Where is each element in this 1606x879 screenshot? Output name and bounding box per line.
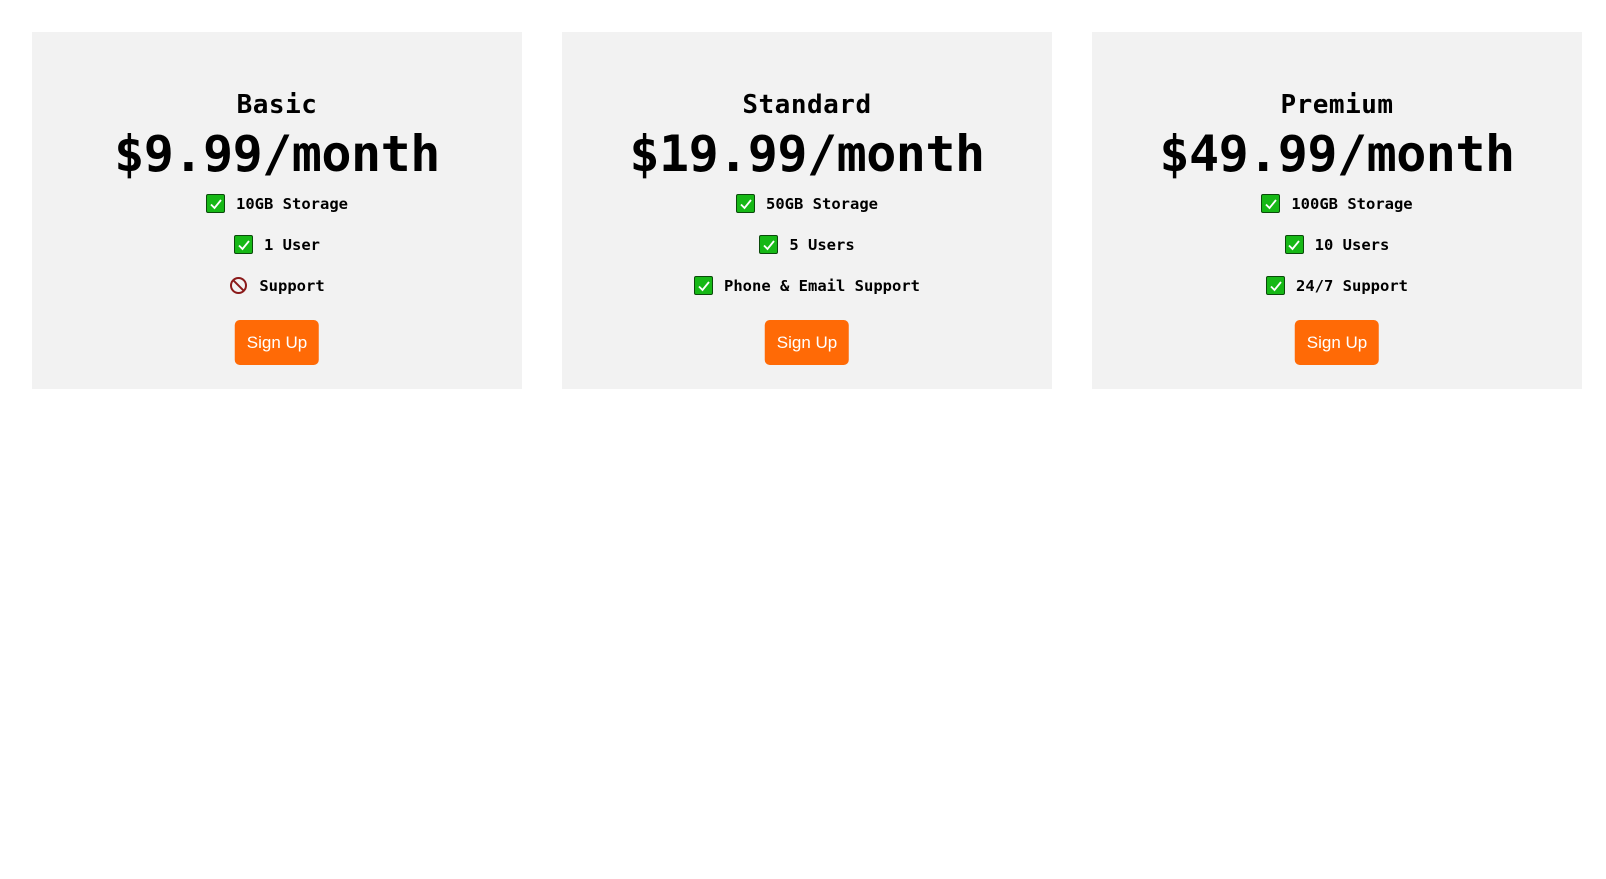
feature-text: 50GB Storage [766,194,878,213]
check-icon [206,194,225,213]
check-icon [694,276,714,295]
feature-text: 1 User [264,235,320,254]
feature-item: 5 Users [562,224,1052,265]
plan-price: $19.99/month [629,125,985,183]
feature-item: 100GB Storage [1092,183,1582,224]
plan-card-standard: Standard $19.99/month 50GB Storage 5 Use… [562,32,1052,389]
check-icon [1266,276,1285,295]
feature-item: Phone & Email Support [562,265,1052,306]
feature-text: Phone & Email Support [724,276,920,295]
feature-text: 100GB Storage [1291,194,1413,213]
plan-name: Basic [236,90,318,120]
check-icon [234,235,253,254]
feature-text: 24/7 Support [1296,276,1408,295]
check-icon [736,194,755,213]
feature-list: 50GB Storage 5 Users Phone & Email Suppo… [562,183,1052,306]
check-icon [1261,194,1281,213]
feature-item: 24/7 Support [1092,265,1582,306]
feature-item: 1 User [32,224,522,265]
sign-up-button[interactable]: Sign Up [234,320,320,365]
feature-item: 50GB Storage [562,183,1052,224]
plan-name: Standard [742,90,872,120]
feature-text: 5 Users [789,235,855,254]
feature-item: 10 Users [1092,224,1582,265]
feature-item: Support [32,265,522,306]
plan-card-premium: Premium $49.99/month 100GB Storage 10 Us… [1092,32,1582,389]
check-icon [759,235,779,254]
feature-text: Support [259,276,325,295]
feature-text: 10 Users [1314,235,1390,254]
pricing-plans: Basic $9.99/month 10GB Storage 1 User Su… [0,0,1606,879]
prohibited-icon [229,276,248,295]
plan-card-basic: Basic $9.99/month 10GB Storage 1 User Su… [32,32,522,389]
feature-list: 10GB Storage 1 User Support [32,183,522,306]
sign-up-button[interactable]: Sign Up [1294,320,1380,365]
feature-list: 100GB Storage 10 Users 24/7 Support [1092,183,1582,306]
feature-text: 10GB Storage [236,194,348,213]
feature-item: 10GB Storage [32,183,522,224]
check-icon [1284,235,1304,254]
plan-price: $49.99/month [1159,125,1515,183]
sign-up-button[interactable]: Sign Up [764,320,850,365]
plan-name: Premium [1280,90,1394,120]
plan-price: $9.99/month [114,125,440,183]
